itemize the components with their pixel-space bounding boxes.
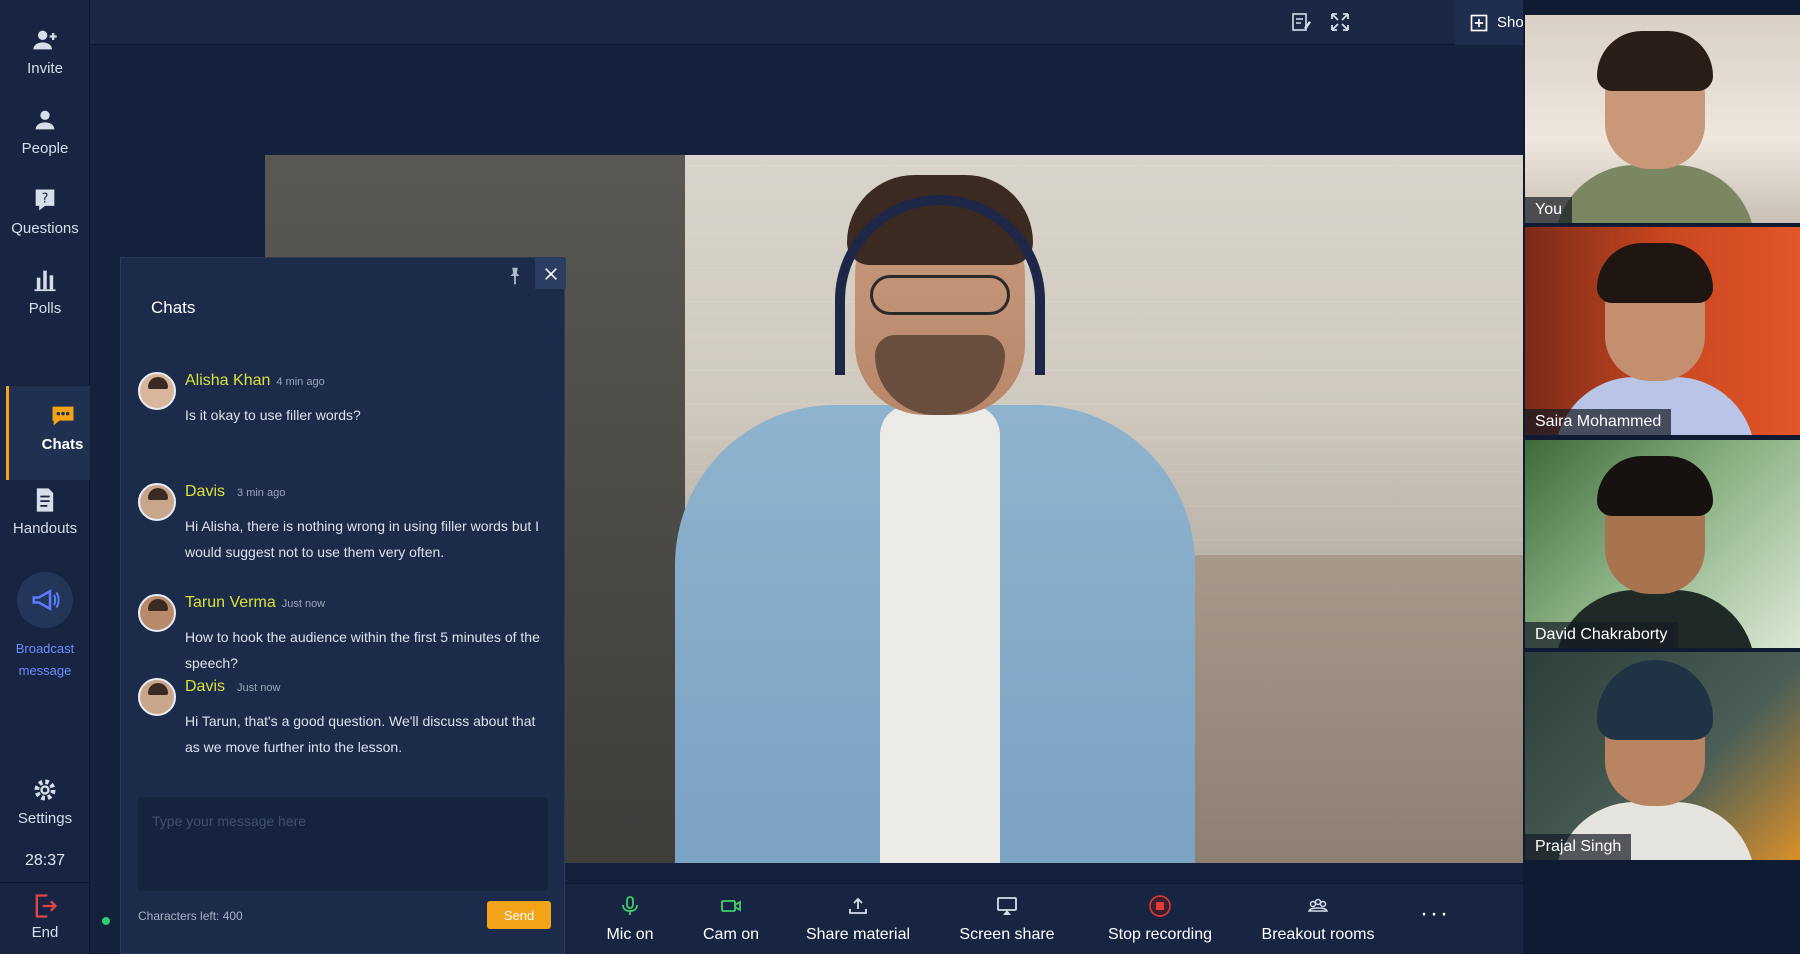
rail-settings-label: Settings <box>17 810 73 827</box>
message-time: Just now <box>237 682 281 694</box>
message-author: Alisha Khan 4 min ago <box>185 372 325 390</box>
participants-column: You Saira Mohammed David Chakraborty Pra… <box>1523 0 1800 954</box>
rail-end[interactable]: End <box>0 892 90 941</box>
participant-tile[interactable]: Prajal Singh <box>1525 652 1800 860</box>
send-button[interactable]: Send <box>487 901 551 929</box>
author-name: Alisha Khan <box>185 372 271 389</box>
chat-bubble-icon <box>52 406 73 426</box>
breakout-rooms-button[interactable]: Breakout rooms <box>1260 884 1376 954</box>
poll-bars-icon <box>34 270 56 292</box>
mic-label: Mic on <box>606 926 654 943</box>
rail-settings[interactable]: Settings <box>0 776 90 827</box>
mic-toggle-button[interactable]: Mic on <box>595 884 665 954</box>
message-time: 4 min ago <box>276 376 325 388</box>
stop-recording-button[interactable]: Stop recording <box>1105 884 1215 954</box>
message-input[interactable] <box>138 797 548 891</box>
message-text: Hi Alisha, there is nothing wrong in usi… <box>185 518 540 560</box>
screen-cast-icon <box>997 897 1017 915</box>
question-bubble-icon: ? <box>35 189 55 211</box>
rail-polls[interactable]: Polls <box>0 266 90 317</box>
classroom-app: Invite People ? Questions Polls Chats Ha… <box>0 0 1800 954</box>
rail-handouts[interactable]: Handouts <box>0 486 90 537</box>
top-bar: Show all slides <box>90 0 1613 45</box>
message-text: Hi Tarun, that's a good question. We'll … <box>185 713 536 755</box>
message-composer <box>138 797 548 891</box>
participant-tile[interactable]: You <box>1525 15 1800 223</box>
bottom-toolbar: Mic on Cam on Share material Screen shar… <box>565 883 1523 954</box>
rail-polls-label: Polls <box>28 300 62 317</box>
rail-invite[interactable]: Invite <box>0 26 90 77</box>
message-text: How to hook the audience within the firs… <box>185 629 540 671</box>
participant-tile[interactable]: David Chakraborty <box>1525 440 1800 648</box>
online-status-dot <box>102 917 110 925</box>
people-icon <box>35 110 55 130</box>
rail-end-label: End <box>31 924 59 941</box>
participant-name: Prajal Singh <box>1525 834 1632 860</box>
rail-people[interactable]: People <box>0 106 90 157</box>
chat-title: Chats <box>151 298 196 317</box>
share-material-label: Share material <box>805 926 911 943</box>
rail-broadcast[interactable]: Broadcast message <box>0 572 90 682</box>
rail-invite-label: Invite <box>27 60 63 77</box>
presenter-figure <box>675 165 1195 863</box>
author-name: Tarun Verma <box>185 594 276 611</box>
avatar <box>138 594 176 632</box>
rail-people-label: People <box>21 140 69 157</box>
chat-header: Chats <box>121 258 564 317</box>
message-author: Tarun Verma Just now <box>185 594 325 612</box>
broadcast-label-line1: Broadcast <box>15 641 75 656</box>
participant-tile[interactable]: Saira Mohammed <box>1525 227 1800 435</box>
group-icon <box>1307 898 1329 912</box>
participant-name: Saira Mohammed <box>1525 409 1672 435</box>
notes-edit-icon[interactable] <box>1289 10 1313 34</box>
rail-questions-label: Questions <box>11 220 79 237</box>
author-name: Davis <box>185 678 226 695</box>
document-icon <box>36 488 54 512</box>
message-author: Davis 3 min ago <box>185 483 285 501</box>
camera-label: Cam on <box>702 926 760 943</box>
rail-questions[interactable]: ? Questions <box>0 186 90 237</box>
gear-icon <box>34 779 56 801</box>
participant-name: You <box>1525 197 1572 223</box>
exit-icon <box>35 894 58 918</box>
camera-toggle-button[interactable]: Cam on <box>693 884 769 954</box>
message-time: Just now <box>281 598 326 610</box>
share-upload-icon <box>849 897 867 914</box>
video-camera-icon <box>721 900 741 912</box>
record-stop-icon <box>1149 895 1171 917</box>
pin-icon[interactable] <box>504 265 526 287</box>
screen-share-button[interactable]: Screen share <box>959 884 1055 954</box>
breakout-rooms-label: Breakout rooms <box>1261 926 1375 943</box>
author-name: Davis <box>185 483 226 500</box>
avatar <box>138 678 176 716</box>
characters-left: Characters left: 400 <box>138 909 243 923</box>
close-chat-button[interactable] <box>535 258 566 289</box>
rail-divider <box>0 882 90 883</box>
rail-chats-label: Chats <box>41 436 84 453</box>
plus-square-icon <box>1470 14 1488 31</box>
share-material-button[interactable]: Share material <box>803 884 913 954</box>
left-rail: Invite People ? Questions Polls Chats Ha… <box>0 0 116 954</box>
megaphone-icon <box>32 589 60 611</box>
message-text: Is it okay to use filler words? <box>185 407 361 423</box>
add-person-icon <box>33 30 57 50</box>
message-author: Davis Just now <box>185 678 280 696</box>
screen-share-label: Screen share <box>959 926 1055 943</box>
avatar <box>138 372 176 410</box>
fullscreen-icon[interactable] <box>1328 10 1352 34</box>
chat-panel: Chats Alisha Khan 4 min ago Is it okay to… <box>120 257 566 954</box>
close-icon <box>544 267 557 280</box>
session-timer: 28:37 <box>24 852 66 869</box>
microphone-icon <box>622 896 638 915</box>
svg-text:?: ? <box>42 191 49 206</box>
broadcast-label-line2: message <box>18 663 72 678</box>
broadcast-button-circle <box>17 572 73 628</box>
stop-recording-label: Stop recording <box>1107 926 1213 943</box>
video-background-sofa <box>1172 555 1532 863</box>
participant-name: David Chakraborty <box>1525 622 1678 648</box>
rail-handouts-label: Handouts <box>12 520 78 537</box>
message-time: 3 min ago <box>237 487 286 499</box>
avatar <box>138 483 176 521</box>
more-options-button[interactable]: ··· <box>1420 900 1450 928</box>
